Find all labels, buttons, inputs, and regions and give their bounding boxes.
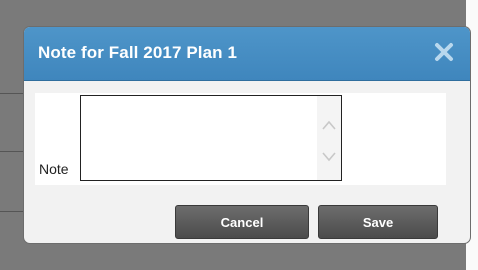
- note-dialog: Note for Fall 2017 Plan 1 Note Cancel Sa…: [24, 27, 470, 243]
- close-icon[interactable]: [432, 40, 456, 64]
- textarea-scrollbar[interactable]: [317, 96, 341, 180]
- dialog-titlebar: Note for Fall 2017 Plan 1: [24, 27, 470, 81]
- scroll-up-icon[interactable]: [321, 118, 337, 130]
- note-label: Note: [39, 161, 69, 177]
- cancel-button[interactable]: Cancel: [175, 205, 309, 239]
- background-line: [0, 151, 24, 152]
- note-textarea[interactable]: [80, 95, 342, 181]
- dialog-title: Note for Fall 2017 Plan 1: [38, 43, 238, 62]
- background-line: [0, 211, 24, 212]
- dialog-body: Note: [35, 93, 446, 185]
- scroll-down-icon[interactable]: [321, 150, 337, 162]
- save-button[interactable]: Save: [318, 205, 438, 239]
- background-line: [0, 93, 24, 94]
